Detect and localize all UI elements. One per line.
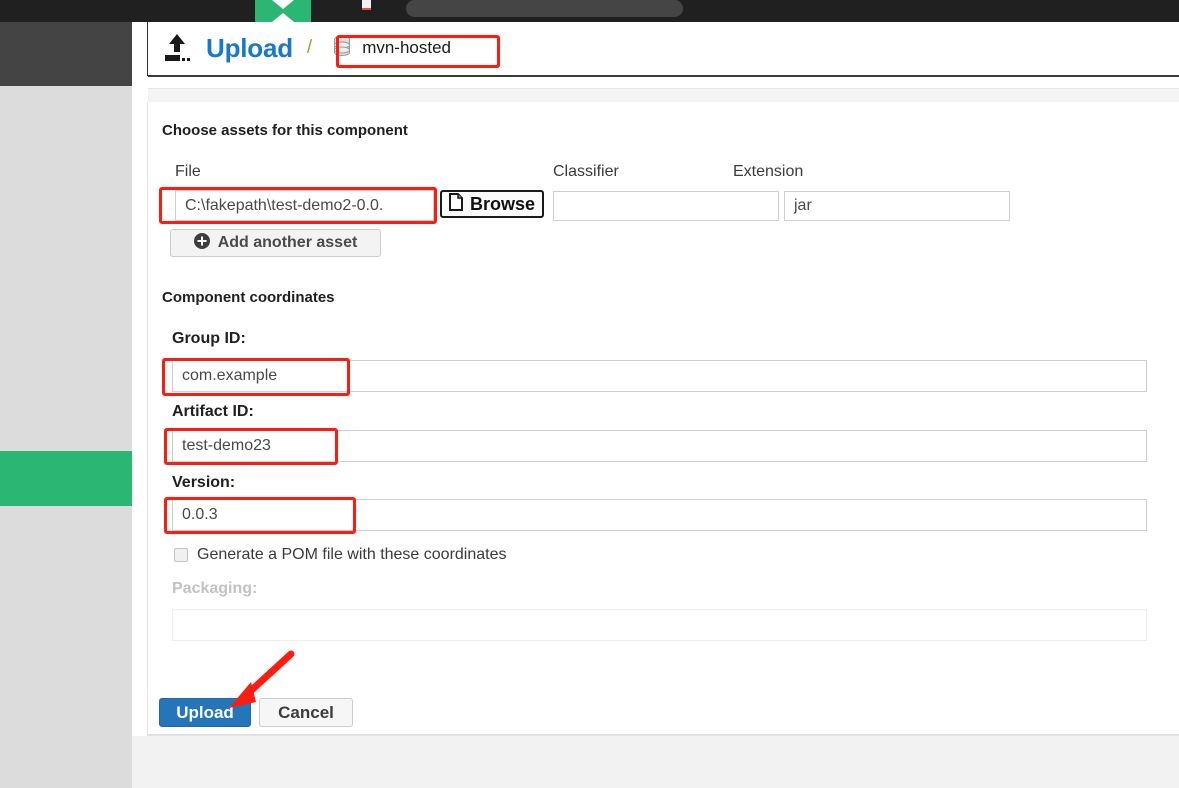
extension-input[interactable] bbox=[784, 191, 1010, 221]
page-favicon-icon bbox=[362, 0, 371, 10]
component-coordinates-title: Component coordinates bbox=[162, 289, 335, 306]
browser-tab[interactable] bbox=[255, 0, 311, 22]
add-another-asset-button[interactable]: Add another asset bbox=[170, 229, 381, 257]
upload-button[interactable]: Upload bbox=[159, 698, 251, 727]
header-divider bbox=[148, 75, 1179, 77]
artifact-id-input[interactable] bbox=[172, 430, 1147, 462]
sidebar-green-highlight bbox=[0, 451, 132, 506]
upload-button-label: Upload bbox=[176, 702, 234, 722]
artifact-id-label: Artifact ID: bbox=[172, 403, 254, 420]
omnibox-input[interactable] bbox=[406, 0, 683, 17]
breadcrumb-separator: / bbox=[306, 37, 313, 58]
breadcrumb: Upload / mvn-hosted bbox=[160, 32, 451, 64]
generate-pom-row[interactable]: Generate a POM file with these coordinat… bbox=[174, 546, 507, 564]
repository-name: mvn-hosted bbox=[362, 38, 452, 57]
file-label: File bbox=[175, 163, 201, 180]
file-icon bbox=[448, 192, 463, 216]
packaging-input bbox=[172, 609, 1147, 641]
tab-notch-bottom-icon bbox=[272, 13, 294, 22]
sidebar-dark-block bbox=[0, 22, 132, 86]
generate-pom-checkbox[interactable] bbox=[174, 548, 188, 562]
browse-button-label: Browse bbox=[469, 193, 536, 214]
card-bottom-divider bbox=[147, 734, 1179, 735]
database-icon bbox=[332, 35, 352, 62]
upload-icon bbox=[160, 32, 194, 64]
cancel-button[interactable]: Cancel bbox=[259, 698, 353, 727]
classifier-input[interactable] bbox=[553, 191, 779, 221]
version-input[interactable] bbox=[172, 499, 1147, 531]
group-id-input[interactable] bbox=[172, 360, 1147, 392]
version-label: Version: bbox=[172, 474, 236, 491]
choose-assets-title: Choose assets for this component bbox=[162, 122, 408, 139]
sidebar-grey-block bbox=[0, 86, 132, 788]
extension-label: Extension bbox=[733, 163, 804, 180]
screenshot-root: Upload / mvn-hosted Choose assets for th… bbox=[0, 0, 1179, 788]
classifier-label: Classifier bbox=[553, 163, 619, 180]
cancel-button-label: Cancel bbox=[278, 702, 334, 722]
packaging-label: Packaging: bbox=[172, 580, 258, 597]
tab-notch-top-icon bbox=[272, 0, 294, 9]
browser-top-bar bbox=[0, 0, 1179, 22]
file-input[interactable] bbox=[175, 190, 434, 221]
group-id-label: Group ID: bbox=[172, 330, 246, 347]
breadcrumb-upload-link[interactable]: Upload bbox=[206, 33, 293, 64]
generate-pom-label: Generate a POM file with these coordinat… bbox=[197, 546, 507, 563]
plus-circle-icon bbox=[193, 232, 210, 254]
breadcrumb-header: Upload / mvn-hosted bbox=[148, 22, 1179, 76]
add-another-asset-label: Add another asset bbox=[217, 234, 358, 251]
page-bottom-background bbox=[132, 736, 1179, 788]
breadcrumb-repository[interactable]: mvn-hosted bbox=[326, 35, 451, 62]
browse-button[interactable]: Browse bbox=[440, 190, 544, 218]
